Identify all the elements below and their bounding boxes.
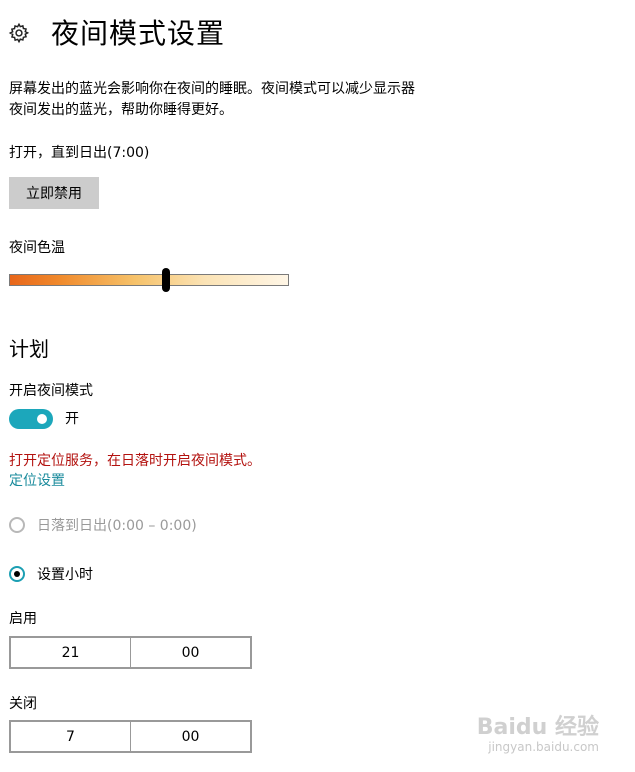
night-mode-toggle[interactable] xyxy=(9,409,53,429)
description-line-1: 屏幕发出的蓝光会影响你在夜间的睡眠。夜间模式可以减少显示器 xyxy=(9,81,415,97)
description-line-2: 夜间发出的蓝光，帮助你睡得更好。 xyxy=(9,102,233,118)
status-text: 打开，直到日出(7:00) xyxy=(9,145,150,161)
page-title: 夜间模式设置 xyxy=(51,17,226,50)
watermark: Baidu 经验 jingyan.baidu.com xyxy=(476,715,599,755)
set-hours-radio[interactable] xyxy=(9,566,25,582)
start-minute[interactable]: 00 xyxy=(130,638,250,667)
sunset-to-sunrise-label: 日落到日出(0:00 – 0:00) xyxy=(37,518,197,534)
toggle-state-label: 开 xyxy=(65,411,79,427)
end-minute[interactable]: 00 xyxy=(130,722,250,751)
set-hours-label: 设置小时 xyxy=(37,567,93,583)
end-time-label: 关闭 xyxy=(9,696,37,712)
color-temperature-slider[interactable] xyxy=(9,274,289,286)
color-temperature-label: 夜间色温 xyxy=(9,240,65,256)
start-time-picker[interactable]: 21 00 xyxy=(9,636,252,669)
location-warning: 打开定位服务，在日落时开启夜间模式。 xyxy=(9,453,261,469)
end-hour[interactable]: 7 xyxy=(11,722,130,751)
gear-icon xyxy=(8,22,30,44)
start-hour[interactable]: 21 xyxy=(11,638,130,667)
sunset-to-sunrise-radio[interactable] xyxy=(9,517,25,533)
start-time-label: 启用 xyxy=(9,611,37,627)
description: 屏幕发出的蓝光会影响你在夜间的睡眠。夜间模式可以减少显示器 夜间发出的蓝光，帮助… xyxy=(9,79,469,121)
disable-now-button[interactable]: 立即禁用 xyxy=(9,177,99,209)
radio-selected-dot xyxy=(14,571,20,577)
watermark-brand: Baidu 经验 xyxy=(476,715,599,740)
night-mode-label: 开启夜间模式 xyxy=(9,383,93,399)
toggle-knob xyxy=(37,414,47,424)
end-time-picker[interactable]: 7 00 xyxy=(9,720,252,753)
slider-thumb[interactable] xyxy=(161,268,170,292)
location-settings-link[interactable]: 定位设置 xyxy=(9,471,65,491)
watermark-url: jingyan.baidu.com xyxy=(488,740,599,754)
schedule-title: 计划 xyxy=(9,337,49,361)
